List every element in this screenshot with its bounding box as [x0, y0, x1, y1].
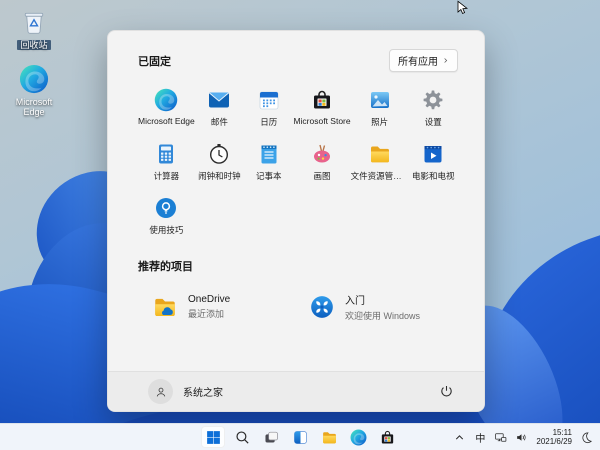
pinned-app-alarms-clock[interactable]: 闹钟和时钟 — [195, 138, 244, 186]
pinned-app-label: 闹钟和时钟 — [198, 170, 241, 182]
windows-logo-icon — [205, 429, 222, 446]
start-menu-footer: 系统之家 — [108, 371, 484, 411]
pinned-app-label: Microsoft Edge — [138, 116, 195, 126]
pinned-app-label: 日历 — [260, 116, 277, 128]
desktop-icon-label: Microsoft Edge — [6, 97, 62, 117]
user-profile-button[interactable]: 系统之家 — [148, 379, 223, 404]
focus-assist-button[interactable] — [578, 430, 595, 445]
mail-icon — [207, 88, 231, 112]
settings-gear-icon — [421, 88, 445, 112]
pinned-app-label: 画图 — [314, 170, 331, 182]
pinned-app-label: 照片 — [371, 116, 388, 128]
notepad-icon — [257, 142, 281, 166]
pinned-app-label: 记事本 — [256, 170, 282, 182]
pinned-app-label: 使用技巧 — [149, 224, 183, 236]
widgets-icon — [292, 429, 309, 446]
chevron-right-icon — [442, 57, 449, 64]
all-apps-button[interactable]: 所有应用 — [389, 49, 458, 72]
network-icon — [494, 431, 507, 444]
recommended-item-onedrive[interactable]: OneDrive 最近添加 — [144, 286, 301, 328]
taskbar: 中 15:11 2021/6/29 — [0, 423, 600, 450]
all-apps-label: 所有应用 — [398, 53, 438, 68]
recommended-grid: OneDrive 最近添加 入门 欢迎使用 Windows — [138, 286, 458, 328]
taskbar-store-button[interactable] — [375, 426, 399, 448]
pinned-app-label: 邮件 — [211, 116, 228, 128]
network-tray-button[interactable] — [492, 430, 509, 445]
taskbar-search-button[interactable] — [230, 426, 254, 448]
start-button[interactable] — [201, 426, 225, 448]
recommended-item-subtitle: 最近添加 — [188, 307, 230, 320]
desktop-icon-microsoft-edge[interactable]: Microsoft Edge — [3, 64, 65, 117]
pinned-app-photos[interactable]: 照片 — [351, 84, 409, 132]
pinned-app-notepad[interactable]: 记事本 — [244, 138, 293, 186]
pinned-app-tips[interactable]: 使用技巧 — [138, 192, 195, 240]
movies-tv-icon — [421, 142, 445, 166]
desktop-icon-label: 回收站 — [17, 40, 50, 50]
chevron-up-icon — [453, 431, 466, 444]
store-icon — [310, 88, 334, 112]
pinned-app-label: Microsoft Store — [293, 116, 350, 126]
clock-date-button[interactable]: 15:11 2021/6/29 — [534, 428, 574, 446]
recommended-item-get-started[interactable]: 入门 欢迎使用 Windows — [301, 286, 458, 328]
pinned-app-file-explorer[interactable]: 文件资源管理器 — [351, 138, 409, 186]
calendar-icon — [257, 88, 281, 112]
pinned-app-store[interactable]: Microsoft Store — [293, 84, 350, 132]
tray-overflow-button[interactable] — [451, 430, 468, 445]
folder-icon — [321, 429, 338, 446]
pinned-app-label: 文件资源管理器 — [351, 170, 409, 182]
moon-icon — [580, 431, 593, 444]
tray-time: 15:11 — [536, 428, 572, 437]
system-tray: 中 15:11 2021/6/29 — [451, 424, 595, 450]
pinned-app-movies-tv[interactable]: 电影和电视 — [409, 138, 458, 186]
speaker-icon — [515, 431, 528, 444]
user-avatar — [148, 379, 173, 404]
recycle-bin-icon — [19, 7, 49, 37]
get-started-icon — [309, 294, 335, 320]
alarm-clock-icon — [207, 142, 231, 166]
pinned-app-calendar[interactable]: 日历 — [244, 84, 293, 132]
desktop: 回收站 Microsoft Edge 已固定 所有应用 Microsoft Ed… — [0, 0, 600, 450]
pinned-app-mail[interactable]: 邮件 — [195, 84, 244, 132]
task-view-button[interactable] — [259, 426, 283, 448]
store-icon — [379, 429, 396, 446]
edge-icon — [19, 64, 49, 94]
lightbulb-tips-icon — [154, 196, 178, 220]
desktop-icon-recycle-bin[interactable]: 回收站 — [3, 7, 65, 50]
recommended-item-subtitle: 欢迎使用 Windows — [345, 309, 420, 322]
person-icon — [154, 385, 168, 399]
pinned-app-edge[interactable]: Microsoft Edge — [138, 84, 195, 132]
tray-date: 2021/6/29 — [536, 437, 572, 446]
paint-palette-icon — [310, 142, 334, 166]
power-icon — [439, 384, 454, 399]
taskbar-file-explorer-button[interactable] — [317, 426, 341, 448]
photos-icon — [368, 88, 392, 112]
recommended-section-title: 推荐的项目 — [138, 258, 458, 274]
task-view-icon — [263, 429, 280, 446]
pinned-app-label: 电影和电视 — [412, 170, 455, 182]
recommended-item-title: OneDrive — [188, 294, 230, 305]
taskbar-edge-button[interactable] — [346, 426, 370, 448]
ime-indicator[interactable]: 中 — [472, 430, 488, 445]
pinned-apps-grid: Microsoft Edge 邮件 日历 Microsoft Store 照片 — [138, 84, 458, 240]
edge-icon — [350, 429, 367, 446]
pinned-app-label: 计算器 — [154, 170, 180, 182]
taskbar-center-icons — [201, 424, 399, 450]
pinned-app-paint[interactable]: 画图 — [293, 138, 350, 186]
folder-icon — [368, 142, 392, 166]
user-name: 系统之家 — [183, 384, 223, 399]
pinned-section-title: 已固定 — [138, 53, 171, 69]
widgets-button[interactable] — [288, 426, 312, 448]
volume-tray-button[interactable] — [513, 430, 530, 445]
pinned-app-label: 设置 — [425, 116, 442, 128]
start-menu: 已固定 所有应用 Microsoft Edge 邮件 日历 — [107, 30, 485, 412]
power-button[interactable] — [435, 380, 458, 403]
calculator-icon — [154, 142, 178, 166]
mouse-cursor-icon — [454, 0, 470, 16]
pinned-app-settings[interactable]: 设置 — [409, 84, 458, 132]
recommended-item-title: 入门 — [345, 292, 420, 307]
search-icon — [234, 429, 251, 446]
onedrive-icon — [152, 294, 178, 320]
pinned-app-calculator[interactable]: 计算器 — [138, 138, 195, 186]
edge-icon — [154, 88, 178, 112]
